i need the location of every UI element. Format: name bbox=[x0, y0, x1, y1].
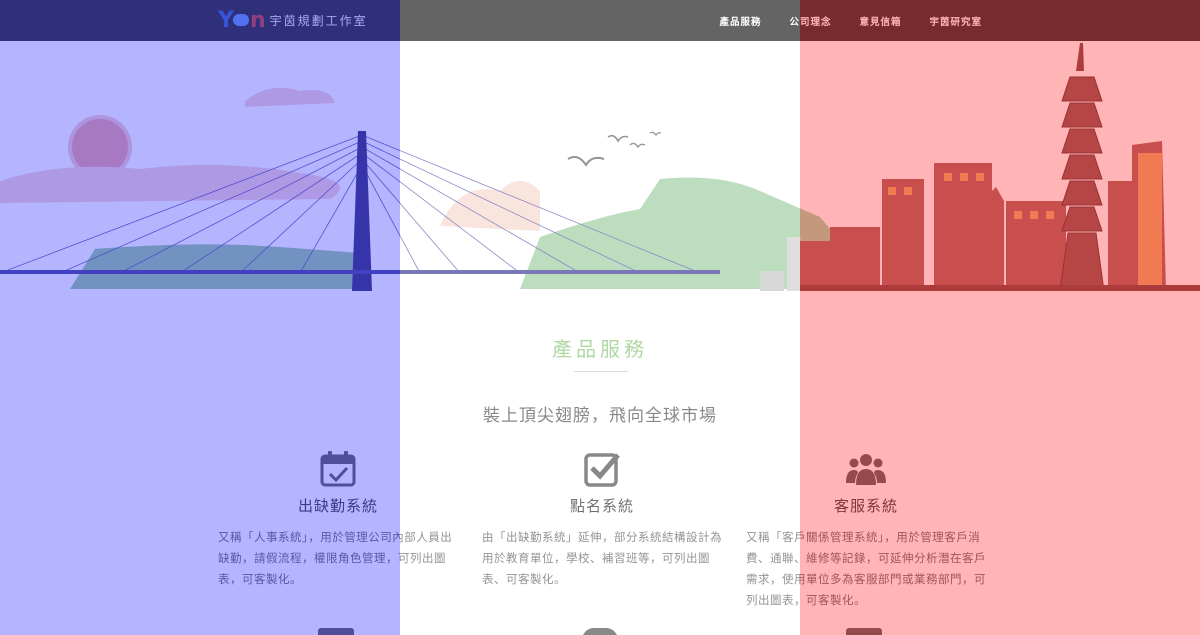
brand-link[interactable]: Yn 宇茵規劃工作室 bbox=[218, 6, 368, 34]
section-subtitle: 裝上頂尖翅膀，飛向全球市場 bbox=[483, 406, 717, 426]
nav-item-feedback[interactable]: 意見信箱 bbox=[859, 14, 901, 28]
feature-description: 由「出缺勤系統」延伸，部分系統結構設計為用於教育單位，學校、補習班等，可列出圖表… bbox=[482, 530, 722, 586]
feature-title: 點名系統 bbox=[569, 497, 634, 515]
brand-logo: Yn bbox=[218, 7, 266, 33]
feature-customer-service: 客服系統 又稱「客戶關係管理系統」，用於管理客戶消費、通聯、維修等記錄，可延伸分… bbox=[746, 449, 986, 611]
feature-description: 又稱「人事系統」，用於管理公司內部人員出缺勤，請假流程，權限角色管理，可列出圖表… bbox=[218, 530, 453, 586]
navbar: Yn 宇茵規劃工作室 產品服務 公司理念 意見信箱 宇茵研究室 bbox=[0, 0, 1200, 41]
next-feature-icon bbox=[582, 628, 618, 635]
cloud-icon bbox=[232, 14, 249, 26]
feature-rollcall: 點名系統 由「出缺勤系統」延伸，部分系統結構設計為用於教育單位，學校、補習班等，… bbox=[482, 449, 722, 590]
brand-name: 宇茵規劃工作室 bbox=[269, 13, 368, 28]
nav-item-philosophy[interactable]: 公司理念 bbox=[789, 14, 831, 28]
city-skyline-illustration bbox=[0, 41, 1200, 291]
feature-title: 出缺勤系統 bbox=[297, 497, 378, 515]
calendar-check-icon bbox=[320, 451, 356, 487]
nav-menu: 產品服務 公司理念 意見信箱 宇茵研究室 bbox=[719, 0, 982, 41]
hero-banner bbox=[0, 41, 1200, 291]
title-divider bbox=[574, 371, 628, 372]
nav-item-lab[interactable]: 宇茵研究室 bbox=[929, 14, 982, 28]
feature-description: 又稱「客戶關係管理系統」，用於管理客戶消費、通聯、維修等記錄，可延伸分析潛在客戶… bbox=[746, 530, 986, 607]
feature-title: 客服系統 bbox=[833, 497, 898, 515]
checkbox-icon bbox=[584, 453, 620, 487]
nav-item-products[interactable]: 產品服務 bbox=[719, 14, 761, 28]
next-feature-icon bbox=[846, 628, 882, 635]
feature-attendance: 出缺勤系統 又稱「人事系統」，用於管理公司內部人員出缺勤，請假流程，權限角色管理… bbox=[218, 449, 458, 590]
next-feature-icon bbox=[318, 628, 354, 635]
users-icon bbox=[846, 454, 886, 485]
section-title: 產品服務 bbox=[552, 337, 648, 361]
